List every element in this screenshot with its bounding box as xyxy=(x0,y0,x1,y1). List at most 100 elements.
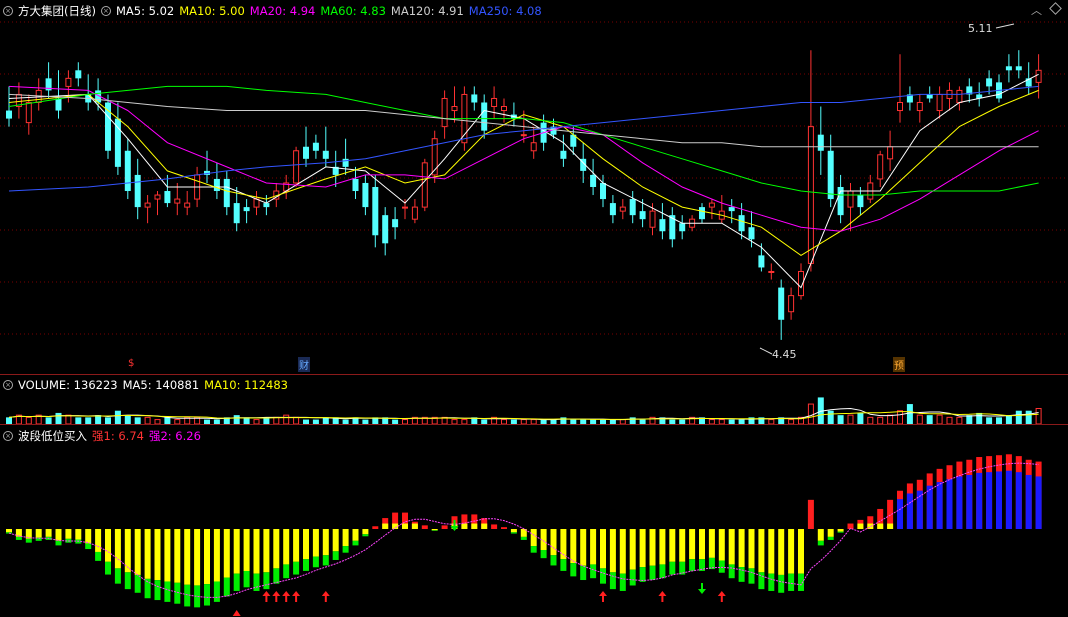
indicator-bar xyxy=(204,529,210,585)
indicator-bar xyxy=(303,529,309,560)
indicator-bar xyxy=(164,529,171,582)
volume-bar xyxy=(867,416,874,425)
candle-body xyxy=(411,206,418,220)
indicator-bar xyxy=(114,529,121,569)
volume-bar xyxy=(105,417,111,424)
indicator-bar-strong xyxy=(1005,470,1012,529)
indicator-bar-low xyxy=(105,561,111,575)
volume-bar xyxy=(827,410,834,424)
indicator-bar-low xyxy=(778,574,785,593)
indicator-bar-low xyxy=(312,556,319,568)
indicator-bar-base xyxy=(382,523,389,529)
indicator-bar xyxy=(491,524,498,529)
indicator-bar-low xyxy=(154,580,161,601)
indicator-bar xyxy=(530,529,537,547)
indicator-bar-low xyxy=(659,564,666,579)
indicator-bar xyxy=(501,527,507,529)
ma-settings-circle-icon[interactable]: × xyxy=(100,6,111,16)
indicator-bar-low xyxy=(273,568,280,584)
collapse-caret-icon[interactable]: ︿ xyxy=(1031,2,1042,18)
candle-body xyxy=(699,207,705,220)
indicator-bar xyxy=(194,529,201,586)
candle-body xyxy=(342,158,349,167)
candle-body xyxy=(481,102,488,131)
candle-body xyxy=(154,194,161,200)
indicator-bar-low xyxy=(550,555,557,566)
candle-body xyxy=(213,178,220,192)
indicator-bar xyxy=(738,529,745,568)
ma120-label: MA120: 4.91 xyxy=(390,4,464,18)
candle-body xyxy=(827,150,834,200)
indicator-bar-low xyxy=(342,546,349,553)
indicator-bar-low xyxy=(293,561,300,575)
indicator-bar-base xyxy=(411,523,418,529)
indicator-bar-low xyxy=(600,568,606,584)
candle-body xyxy=(55,98,62,111)
indicator-bar xyxy=(609,529,616,573)
candle-body xyxy=(233,203,240,224)
candle-body xyxy=(659,219,666,232)
indicator-bar xyxy=(372,526,379,529)
candle-body xyxy=(817,134,824,151)
indicator-chart[interactable] xyxy=(0,425,1068,617)
financial-report-marker[interactable]: 财 xyxy=(298,357,310,372)
indicator-settings-circle-icon[interactable]: × xyxy=(3,431,13,441)
volume-bar xyxy=(887,414,894,425)
volume-bar xyxy=(283,414,290,425)
volume-bar xyxy=(877,416,884,425)
indicator-bar xyxy=(649,529,656,566)
volume-bar xyxy=(6,417,12,424)
indicator-bar-low xyxy=(85,543,92,550)
ma250-label: MA250: 4.08 xyxy=(468,4,542,18)
indicator-bar-low xyxy=(174,582,181,604)
indicator-bar xyxy=(580,529,587,566)
volume-settings-circle-icon[interactable]: × xyxy=(3,380,13,390)
ma60-label: MA60: 4.83 xyxy=(320,4,386,18)
indicator-bar xyxy=(639,529,646,568)
candle-body xyxy=(312,142,319,151)
indicator-bar-low xyxy=(649,565,656,581)
candle-body xyxy=(392,219,399,228)
indicator-bar-base xyxy=(857,523,864,529)
candle-body xyxy=(134,174,141,208)
indicator-bar xyxy=(65,529,72,539)
candle-body xyxy=(6,110,12,119)
candle-body xyxy=(263,203,270,208)
indicator-bar-strong xyxy=(1035,476,1042,529)
indicator-bar xyxy=(253,529,260,574)
stock-name: 方大集团 xyxy=(18,4,64,18)
indicator-bar-low xyxy=(580,565,587,581)
indicator-bar xyxy=(154,529,161,581)
indicator-bar xyxy=(233,529,240,574)
candle-body xyxy=(619,206,626,212)
indicator-bar-low xyxy=(619,573,626,591)
forecast-marker[interactable]: 预 xyxy=(893,357,905,372)
candle-body xyxy=(501,106,507,112)
candle-body xyxy=(362,182,369,208)
indicator-bar-low xyxy=(817,540,824,546)
indicator-bar xyxy=(322,529,329,556)
price-chart-pane[interactable]: × 方大集团 (日线) × MA5: 5.02 MA10: 5.00 MA20: … xyxy=(0,0,1068,372)
indicator-bar xyxy=(619,529,626,574)
candle-body xyxy=(293,150,300,184)
indicator-bar-low xyxy=(431,530,438,531)
indicator-bar-low xyxy=(124,572,131,590)
candle-body xyxy=(1005,66,1012,71)
candle-body xyxy=(303,146,309,159)
volume-bar xyxy=(114,410,121,424)
indicator-bar xyxy=(362,529,369,535)
dividend-marker[interactable]: $ xyxy=(127,358,135,369)
candlestick-chart[interactable] xyxy=(0,0,1068,372)
indicator-bar xyxy=(85,529,92,544)
indicator-bar-low xyxy=(283,564,290,579)
indicator-pane[interactable]: × 波段低位买入 强1: 6.74 强2: 6.26 xyxy=(0,424,1068,617)
settings-circle-icon[interactable]: × xyxy=(3,6,13,16)
candle-body xyxy=(560,150,567,159)
volume-pane[interactable]: × VOLUME: 136223 MA5: 140881 MA10: 11248… xyxy=(0,374,1068,425)
indicator-bar-base xyxy=(877,523,884,529)
volume-bar xyxy=(25,416,32,425)
indicator-bar-base xyxy=(887,523,894,529)
candle-body xyxy=(738,215,745,232)
indicator-bar xyxy=(807,499,814,529)
indicator-bar-low xyxy=(25,538,32,543)
